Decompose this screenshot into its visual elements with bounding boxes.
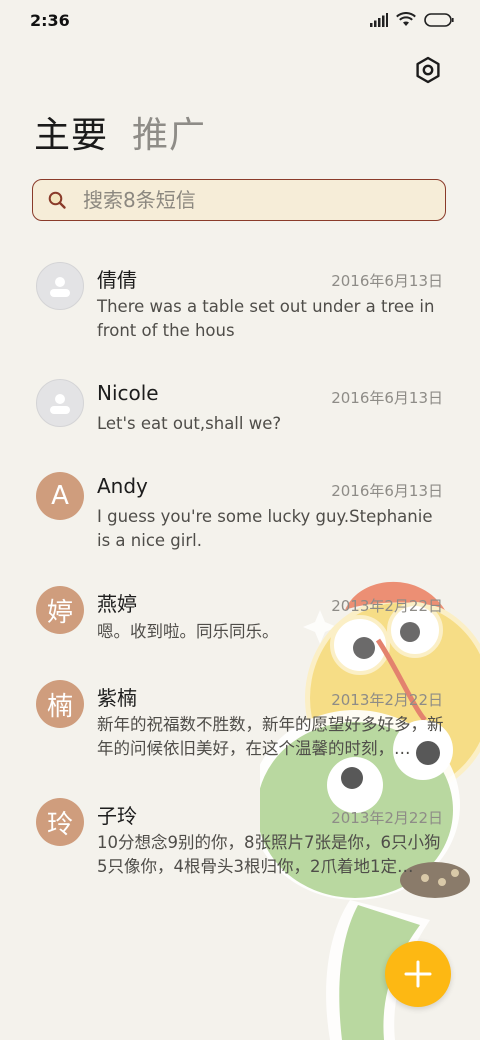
status-bar: 2:36 <box>0 0 480 40</box>
message-date: 2013年2月22日 <box>331 809 443 827</box>
contact-name: 紫楠 <box>97 686 137 710</box>
avatar <box>36 262 84 310</box>
list-item[interactable]: 楠 紫楠 2013年2月22日 新年的祝福数不胜数，新年的愿望好多好多，新年的问… <box>0 669 480 769</box>
battery-icon <box>424 12 454 27</box>
contact-name: 燕婷 <box>97 592 137 616</box>
message-date: 2016年6月13日 <box>331 389 443 407</box>
wifi-icon <box>396 12 416 26</box>
search-input[interactable] <box>81 187 405 213</box>
avatar <box>36 379 84 427</box>
list-item[interactable]: A Andy 2016年6月13日 I guess you're some lu… <box>0 458 480 558</box>
plus-icon <box>404 960 432 988</box>
avatar: 玲 <box>36 798 84 846</box>
status-time: 2:36 <box>30 11 70 30</box>
message-preview: There was a table set out under a tree i… <box>97 297 435 340</box>
message-date: 2016年6月13日 <box>331 272 443 290</box>
compose-button[interactable] <box>385 941 451 1007</box>
contact-name: Nicole <box>97 381 159 405</box>
tab-promotions[interactable]: 推广 <box>132 106 206 158</box>
message-date: 2013年2月22日 <box>331 597 443 615</box>
message-preview: 嗯。收到啦。同乐同乐。 <box>97 622 279 641</box>
list-item[interactable]: 倩倩 2016年6月13日 There was a table set out … <box>0 248 480 348</box>
message-date: 2013年2月22日 <box>331 691 443 709</box>
person-icon <box>50 277 70 297</box>
contact-name: Andy <box>97 474 148 498</box>
message-date: 2016年6月13日 <box>331 482 443 500</box>
avatar: A <box>36 472 84 520</box>
avatar: 楠 <box>36 680 84 728</box>
status-icons <box>370 12 454 27</box>
list-item[interactable]: 玲 子玲 2013年2月22日 10分想念9别的你，8张照片7张是你，6只小狗5… <box>0 787 480 887</box>
settings-icon[interactable] <box>414 56 442 84</box>
contact-name: 子玲 <box>97 804 137 828</box>
search-bar[interactable] <box>32 179 446 221</box>
signal-icon <box>370 12 388 27</box>
message-preview: 10分想念9别的你，8张照片7张是你，6只小狗5只像你，4根骨头3根归你，2爪着… <box>97 833 441 876</box>
message-preview: I guess you're some lucky guy.Stephanie … <box>97 507 433 550</box>
message-preview: Let's eat out,shall we? <box>97 414 282 433</box>
list-item[interactable]: Nicole 2016年6月13日 Let's eat out,shall we… <box>0 365 480 465</box>
search-icon <box>48 191 66 209</box>
tab-primary[interactable]: 主要 <box>34 106 108 158</box>
avatar: 婷 <box>36 586 84 634</box>
list-item[interactable]: 婷 燕婷 2013年2月22日 嗯。收到啦。同乐同乐。 <box>0 575 480 675</box>
tab-bar: 主要 推广 <box>34 106 206 158</box>
person-icon <box>50 394 70 414</box>
contact-name: 倩倩 <box>97 268 137 292</box>
message-preview: 新年的祝福数不胜数，新年的愿望好多好多，新年的问候依旧美好，在这个温馨的时刻，… <box>97 715 444 758</box>
